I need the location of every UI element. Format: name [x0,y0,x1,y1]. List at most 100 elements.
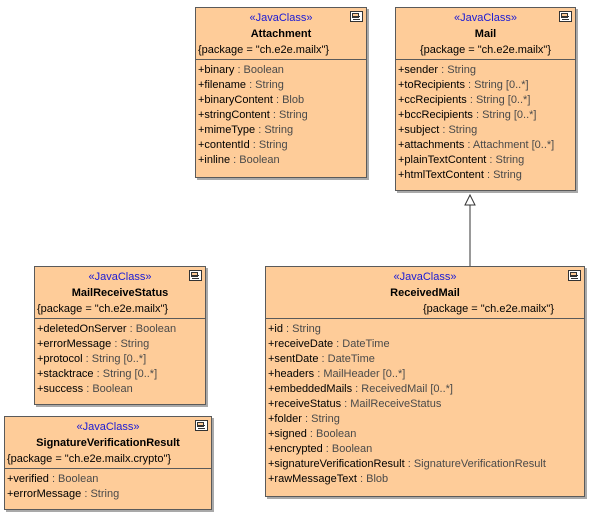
attribute-row[interactable]: +receiveDate : DateTime [268,337,582,352]
stereotype-label: «JavaClass» [393,271,457,283]
attribute-row[interactable]: +sentDate : DateTime [268,352,582,367]
attribute-row[interactable]: +deletedOnServer : Boolean [37,322,203,337]
class-diagram-icon [568,270,581,281]
class-mail-receive-status[interactable]: «JavaClass» MailReceiveStatus {package =… [34,266,206,405]
attribute-row[interactable]: +signed : Boolean [268,427,582,442]
attribute-row[interactable]: +headers : MailHeader [0..*] [268,367,582,382]
attribute-name: +binary [198,64,235,76]
attribute-name: +subject [398,124,440,136]
attribute-row[interactable]: +stringContent : String [198,108,364,123]
stereotype-label: «JavaClass» [88,271,152,283]
attribute-name: +deletedOnServer [37,323,127,335]
attribute-row[interactable]: +rawMessageText : Blob [268,472,582,487]
attribute-row[interactable]: +id : String [268,322,582,337]
attribute-row[interactable]: +ccRecipients : String [0..*] [398,93,573,108]
generalization-arrowhead [464,193,476,206]
attribute-name: +errorMessage [37,338,112,350]
attribute-type: : Boolean [306,428,357,440]
attribute-row[interactable]: +binaryContent : Blob [198,93,364,108]
attribute-type: : SignatureVerificationResult [404,458,546,470]
attribute-type: : String [255,124,294,136]
attribute-row[interactable]: +contentId : String [198,138,364,153]
attribute-row[interactable]: +errorMessage : String [37,337,203,352]
attribute-type: : String [301,413,340,425]
attribute-row[interactable]: +errorMessage : String [7,487,209,502]
attribute-type: : String [438,64,476,76]
attribute-type: : DateTime [333,338,390,350]
attribute-name: +sentDate [268,353,319,365]
attribute-type: : MailReceiveStatus [341,398,442,410]
attribute-name: +embeddedMails [268,383,353,395]
package-tag: {package = "ch.e2e.mailx"} [422,303,554,315]
attribute-name: +success [37,383,84,395]
attribute-row[interactable]: +embeddedMails : ReceivedMail [0..*] [268,382,582,397]
attribute-name: +protocol [37,353,83,365]
attribute-type: : Boolean [322,443,373,455]
attribute-type: : Boolean [230,154,280,166]
attribute-type: : String [439,124,478,136]
attribute-name: +folder [268,413,302,425]
attribute-name: +encrypted [268,443,323,455]
attribute-row[interactable]: +signatureVerificationResult : Signature… [268,457,582,472]
attribute-row[interactable]: +htmlTextContent : String [398,168,573,183]
attribute-type: : ReceivedMail [0..*] [352,383,453,395]
attribute-type: : String [0..*] [464,79,529,91]
attribute-name: +stacktrace [37,368,94,380]
class-header: «JavaClass» MailReceiveStatus {package =… [35,267,205,318]
class-mail[interactable]: «JavaClass» Mail {package = "ch.e2e.mail… [395,7,576,191]
class-received-mail[interactable]: «JavaClass» ReceivedMail {package = "ch.… [265,266,585,497]
attribute-type: : String [81,488,120,500]
attribute-row[interactable]: +binary : Boolean [198,63,364,78]
attribute-row[interactable]: +receiveStatus : MailReceiveStatus [268,397,582,412]
attribute-name: +mimeType [198,124,256,136]
attribute-row[interactable]: +toRecipients : String [0..*] [398,78,573,93]
attribute-row[interactable]: +protocol : String [0..*] [37,352,203,367]
attribute-row[interactable]: +stacktrace : String [0..*] [37,367,203,382]
attribute-type: : String [486,154,525,166]
attribute-name: +rawMessageText [268,473,357,485]
class-diagram-icon [350,11,363,22]
attribute-row[interactable]: +filename : String [198,78,364,93]
attribute-list: +binary : Boolean +filename : String +bina… [196,59,366,170]
attribute-type: : Boolean [48,473,99,485]
attribute-row[interactable]: +plainTextContent : String [398,153,573,168]
class-diagram-icon [189,270,202,281]
class-attachment[interactable]: «JavaClass» Attachment {package = "ch.e2… [195,7,367,178]
attribute-row[interactable]: +verified : Boolean [7,472,209,487]
attribute-row[interactable]: +folder : String [268,412,582,427]
attribute-list: +sender : String +toRecipients : String [… [396,59,575,185]
attribute-row[interactable]: +subject : String [398,123,573,138]
attribute-type: : Boolean [126,323,177,335]
attribute-row[interactable]: +bccRecipients : String [0..*] [398,108,573,123]
attribute-row[interactable]: +mimeType : String [198,123,364,138]
attribute-list: +verified : Boolean +errorMessage : Strin… [5,468,211,504]
attribute-row[interactable]: +encrypted : Boolean [268,442,582,457]
attribute-name: +errorMessage [7,488,82,500]
attribute-type: : Boolean [234,64,284,76]
class-header: «JavaClass» SignatureVerificationResult … [5,417,211,468]
attribute-type: : String [269,109,308,121]
attribute-row[interactable]: +attachments : Attachment [0..*] [398,138,573,153]
class-signature-verification-result[interactable]: «JavaClass» SignatureVerificationResult … [4,416,212,510]
attribute-type: : String [246,79,284,91]
attribute-row[interactable]: +success : Boolean [37,382,203,397]
attribute-name: +htmlTextContent [398,169,484,181]
stereotype-label: «JavaClass» [454,12,517,24]
attribute-row[interactable]: +sender : String [398,63,573,78]
attribute-row[interactable]: +inline : Boolean [198,153,364,168]
attribute-name: +filename [198,79,247,91]
class-name: ReceivedMail [390,287,460,299]
class-name: Attachment [250,28,312,40]
attribute-name: +stringContent [198,109,270,121]
attribute-name: +ccRecipients [398,94,467,106]
attribute-name: +inline [198,154,231,166]
class-header: «JavaClass» Attachment {package = "ch.e2… [196,8,366,59]
attribute-type: : MailHeader [0..*] [314,368,406,380]
attribute-name: +verified [7,473,49,485]
attribute-type: : String [0..*] [82,353,147,365]
attribute-name: +receiveStatus [268,398,342,410]
package-tag: {package = "ch.e2e.mailx"} [419,44,552,56]
attribute-list: +deletedOnServer : Boolean +errorMessage … [35,318,205,399]
class-diagram-icon [195,420,208,431]
attribute-name: +signed [268,428,307,440]
